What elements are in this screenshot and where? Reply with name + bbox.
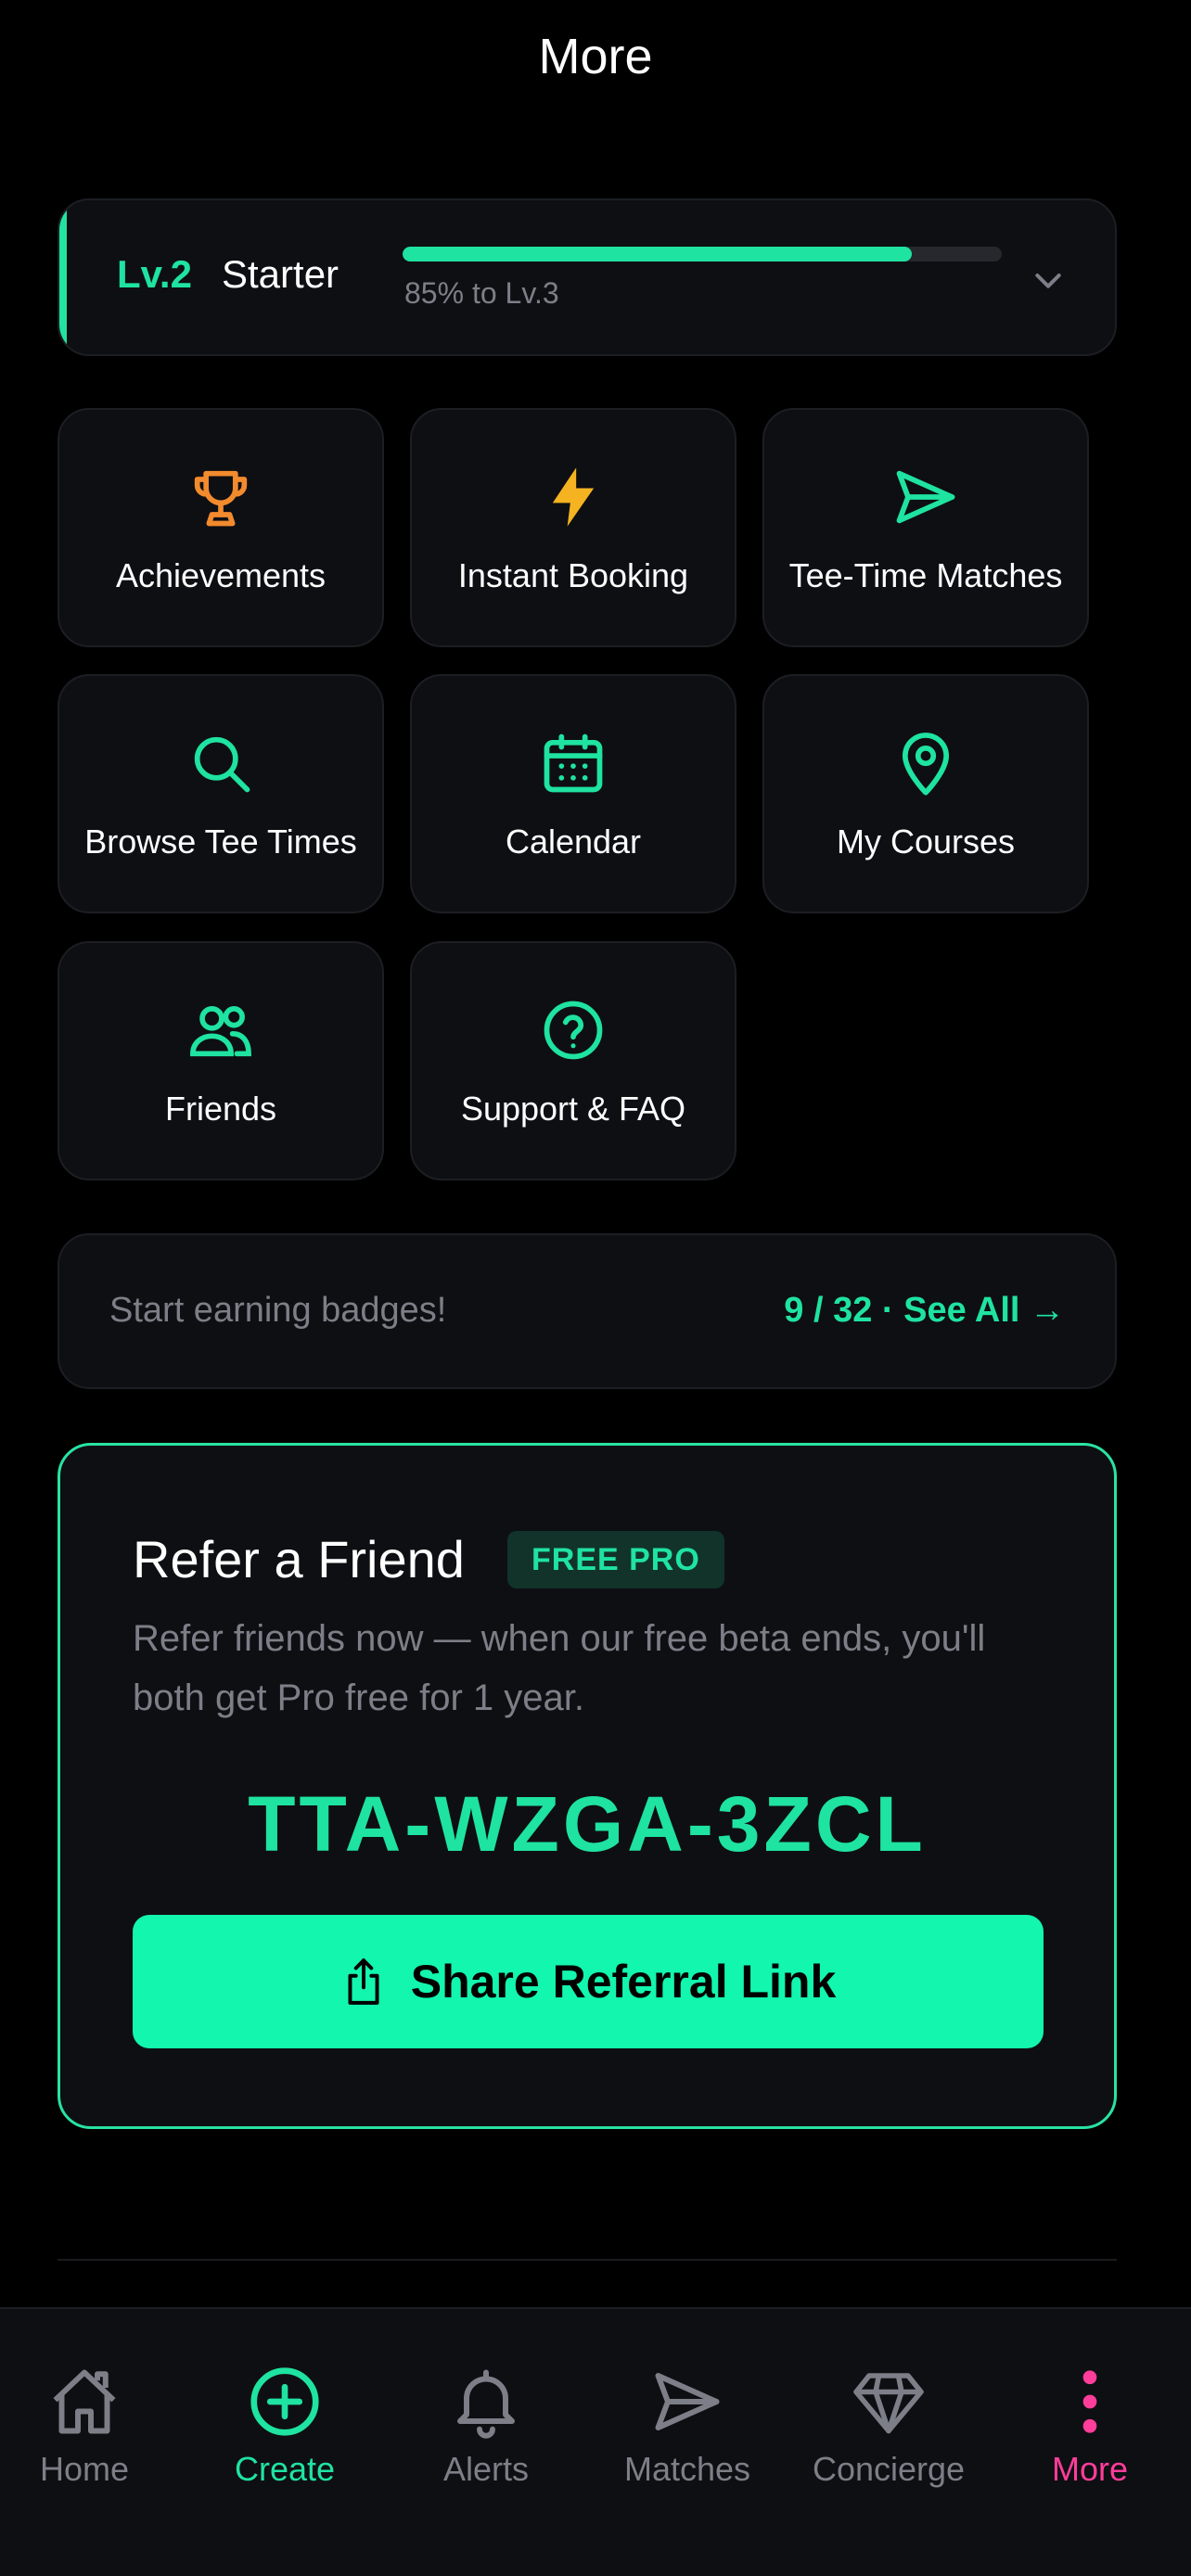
nav-label: Home: [39, 2450, 130, 2488]
divider: [58, 2259, 1117, 2261]
nav-item-alerts[interactable]: Alerts: [386, 2363, 586, 2502]
tile-label: Friends: [164, 1090, 277, 1128]
level-progress-bar: [403, 247, 1002, 261]
tile-label: Instant Booking: [457, 556, 689, 594]
plus-circle-icon: [250, 2367, 319, 2436]
referral-description: Refer friends now — when our free beta e…: [133, 1618, 986, 1718]
nav-item-matches[interactable]: Matches: [587, 2363, 788, 2502]
nav-item-create[interactable]: Create: [185, 2363, 385, 2502]
share-button-label: Share Referral Link: [410, 1956, 837, 2008]
referral-code: TTA-WZGA-3ZCL: [248, 1780, 927, 1868]
tile-label: Browse Tee Times: [84, 823, 357, 861]
nav-label: Matches: [623, 2450, 751, 2488]
level-card[interactable]: Lv.2 Starter 85% to Lv.3: [58, 198, 1117, 356]
nav-label: Alerts: [442, 2450, 530, 2488]
share-referral-button[interactable]: Share Referral Link: [133, 1915, 1044, 2048]
tile-browse-tee-times[interactable]: Browse Tee Times: [58, 674, 384, 913]
referral-title: Refer a Friend: [133, 1530, 465, 1588]
tile-my-courses[interactable]: My Courses: [762, 674, 1089, 913]
tile-label: Achievements: [115, 556, 327, 594]
tile-calendar[interactable]: Calendar: [410, 674, 736, 913]
badges-see-all-link[interactable]: 9 / 32 · See All →: [784, 1291, 1065, 1331]
share-icon: [348, 1958, 379, 2005]
level-name: Starter: [222, 252, 339, 296]
badges-prompt: Start earning badges!: [109, 1291, 447, 1330]
users-icon: [190, 1006, 251, 1057]
tile-label: Tee-Time Matches: [788, 556, 1063, 594]
free-pro-badge: FREE PRO: [507, 1531, 724, 1588]
nav-item-more[interactable]: More: [990, 2363, 1190, 2502]
help-circle-icon: [544, 1001, 603, 1060]
search-icon: [194, 736, 250, 793]
paper-plane-icon: [896, 470, 955, 524]
nav-item-home[interactable]: Home: [0, 2363, 185, 2502]
nav-label: Concierge: [812, 2450, 966, 2488]
level-progress-fill: [403, 247, 913, 261]
map-pin-icon: [902, 733, 950, 796]
tile-support-faq[interactable]: Support & FAQ: [410, 941, 736, 1180]
nav-label: Create: [234, 2450, 336, 2488]
trophy-icon: [194, 470, 248, 527]
more-screen: More Lv.2 Starter 85% to Lv.3 Achievemen…: [0, 0, 1191, 2576]
level-number: Lv.2: [117, 252, 192, 296]
chevron-down-icon[interactable]: [1030, 261, 1067, 299]
bottom-nav: Home Create Alerts Matches Concierge Mor…: [0, 2307, 1191, 2576]
tile-label: Calendar: [505, 823, 642, 861]
tile-label: My Courses: [836, 823, 1016, 861]
more-vertical-icon: [1082, 2370, 1097, 2433]
home-icon: [53, 2369, 116, 2434]
page-title: More: [538, 29, 653, 84]
level-progress-text: 85% to Lv.3: [404, 276, 559, 310]
tile-achievements[interactable]: Achievements: [58, 408, 384, 647]
referral-card: Refer a Friend FREE PRO Refer friends no…: [58, 1443, 1117, 2129]
tile-instant-booking[interactable]: Instant Booking: [410, 408, 736, 647]
bell-icon: [457, 2369, 515, 2439]
tile-friends[interactable]: Friends: [58, 941, 384, 1180]
tile-label: Support & FAQ: [460, 1090, 686, 1128]
calendar-icon: [544, 733, 603, 793]
lightning-icon: [552, 467, 595, 527]
tile-tee-time-matches[interactable]: Tee-Time Matches: [762, 408, 1089, 647]
paper-plane-icon: [655, 2373, 720, 2430]
badges-bar[interactable]: Start earning badges! 9 / 32 · See All →: [58, 1233, 1117, 1389]
diamond-icon: [853, 2373, 924, 2434]
nav-item-concierge[interactable]: Concierge: [788, 2363, 989, 2502]
nav-label: More: [1051, 2450, 1129, 2488]
